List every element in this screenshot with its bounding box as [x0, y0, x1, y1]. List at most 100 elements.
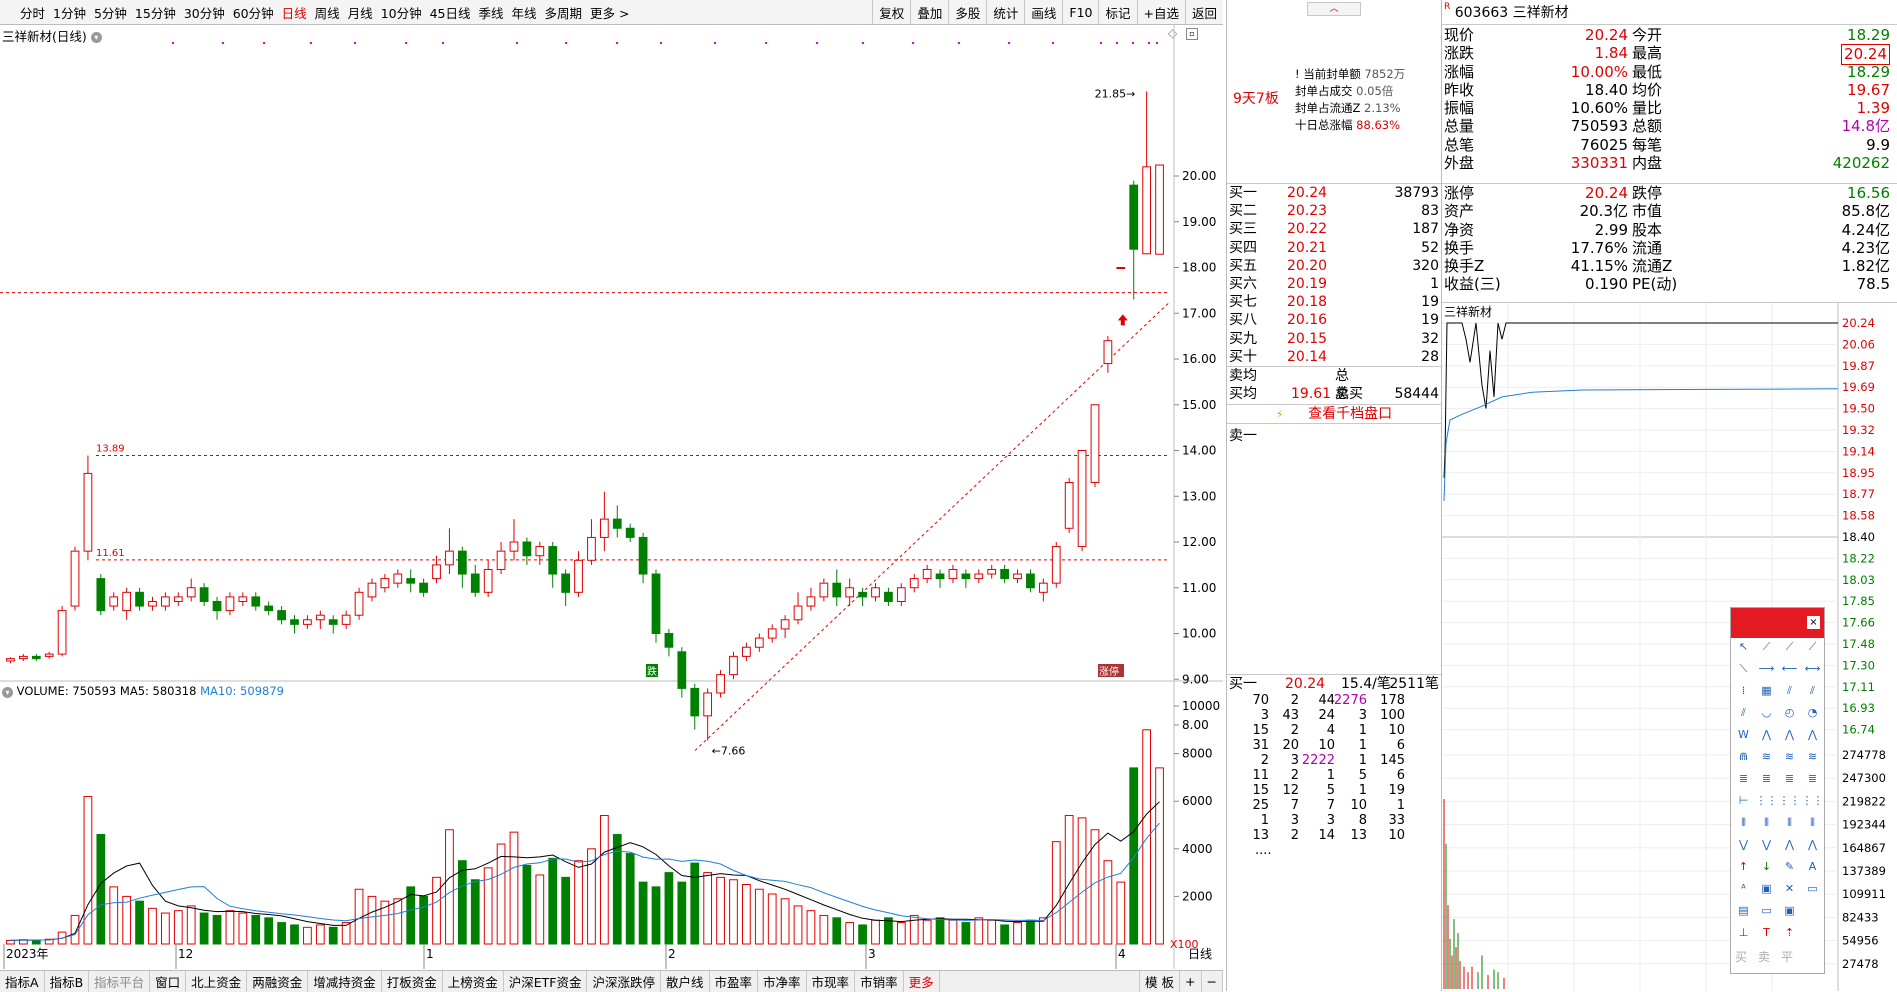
candle[interactable]: [354, 587, 364, 620]
period-tab-7[interactable]: 周线: [315, 3, 340, 22]
palette-tool-21[interactable]: ≋: [1755, 750, 1778, 772]
candle[interactable]: [1064, 477, 1074, 533]
palette-tool-25[interactable]: ≣: [1755, 772, 1778, 794]
palette-footer-0[interactable]: 买: [1735, 948, 1758, 965]
candle[interactable]: [251, 592, 261, 611]
candle[interactable]: [638, 532, 648, 584]
candle[interactable]: [767, 624, 777, 643]
candle[interactable]: [1013, 569, 1022, 584]
period-tab-14[interactable]: 更多 >: [590, 3, 629, 22]
period-tab-13[interactable]: 多周期: [545, 3, 583, 22]
palette-tool-39[interactable]: ⋀: [1801, 838, 1824, 860]
candle[interactable]: [445, 528, 454, 575]
palette-tool-7[interactable]: ⟷: [1801, 662, 1824, 684]
palette-tool-45[interactable]: ▣: [1755, 882, 1778, 904]
candle[interactable]: [974, 569, 984, 584]
candle[interactable]: [716, 670, 725, 698]
palette-tool-32[interactable]: ⦀: [1732, 816, 1755, 838]
zoom-out-button[interactable]: −: [1202, 971, 1223, 992]
palette-tool-50[interactable]: ▣: [1778, 904, 1801, 926]
candle[interactable]: [264, 601, 274, 616]
candle[interactable]: [1026, 569, 1035, 593]
palette-tool-44[interactable]: ᴬ: [1732, 882, 1755, 904]
candle[interactable]: [70, 546, 80, 611]
tab-dragon-tiger[interactable]: 上榜资金: [443, 971, 504, 992]
candle[interactable]: [832, 569, 842, 607]
action-button-3[interactable]: 统计: [986, 0, 1024, 24]
palette-tool-19[interactable]: ⋀: [1801, 728, 1824, 750]
candle[interactable]: [44, 651, 54, 659]
candle[interactable]: [871, 583, 880, 602]
palette-tool-20[interactable]: ⋒: [1732, 750, 1755, 772]
candle[interactable]: [238, 592, 248, 607]
period-tab-10[interactable]: 45日线: [430, 3, 471, 22]
candle[interactable]: [277, 606, 286, 625]
candle[interactable]: [806, 587, 816, 611]
candle[interactable]: [742, 642, 751, 661]
candle[interactable]: [1116, 267, 1126, 269]
candle[interactable]: [83, 455, 93, 561]
palette-tool-49[interactable]: ▭: [1755, 904, 1778, 926]
candle[interactable]: [651, 569, 661, 643]
bid-row[interactable]: 买二 20.23 83: [1229, 202, 1439, 220]
candle[interactable]: [1090, 404, 1100, 488]
tab-margin[interactable]: 两融资金: [247, 971, 309, 992]
action-button-8[interactable]: 返回: [1184, 0, 1223, 24]
candle[interactable]: [31, 654, 41, 661]
candle[interactable]: [677, 647, 687, 698]
period-tab-11[interactable]: 季线: [479, 3, 504, 22]
action-button-0[interactable]: 复权: [872, 0, 910, 24]
candle[interactable]: [328, 615, 338, 634]
candle[interactable]: [1142, 91, 1152, 255]
candle[interactable]: [1038, 578, 1048, 602]
period-tab-3[interactable]: 15分钟: [135, 3, 176, 22]
candle[interactable]: [535, 542, 545, 565]
palette-tool-43[interactable]: A: [1801, 860, 1824, 882]
bid-row[interactable]: 买五 20.20 320: [1229, 257, 1439, 275]
period-tab-12[interactable]: 年线: [512, 3, 537, 22]
palette-tool-29[interactable]: ⋮⋮: [1755, 794, 1778, 816]
candle[interactable]: [109, 592, 119, 611]
candle[interactable]: [664, 628, 674, 657]
palette-tool-23[interactable]: ≋: [1801, 750, 1824, 772]
tab-market-breadth[interactable]: 沪深涨跌停: [587, 971, 661, 992]
period-tab-0[interactable]: 分时: [20, 3, 45, 22]
intraday-chart[interactable]: 20.24 20.06 19.87 19.69 19.50 19.32 19.14 18.95…: [1442, 303, 1897, 991]
palette-tool-35[interactable]: ⦀: [1801, 816, 1824, 838]
palette-tool-2[interactable]: ⟋: [1778, 640, 1801, 662]
candle[interactable]: [496, 542, 506, 575]
action-button-2[interactable]: 多股: [948, 0, 986, 24]
palette-tool-17[interactable]: ⋀: [1755, 728, 1778, 750]
candle[interactable]: [599, 491, 609, 552]
palette-tool-53[interactable]: T: [1755, 926, 1778, 948]
candlestick-chart[interactable]: 20.0019.0018.0017.0016.0015.0014.0013.00…: [0, 24, 1223, 969]
palette-tool-5[interactable]: ⟶: [1755, 662, 1778, 684]
tab-window[interactable]: 窗口: [150, 971, 187, 992]
palette-tool-31[interactable]: ⋮⋮: [1801, 794, 1824, 816]
candle[interactable]: [393, 569, 403, 588]
candle[interactable]: [406, 569, 416, 593]
candle[interactable]: [1155, 164, 1164, 255]
candle[interactable]: [561, 569, 571, 607]
candle[interactable]: [18, 654, 28, 661]
action-button-5[interactable]: F10: [1062, 0, 1098, 24]
palette-tool-38[interactable]: ⋀: [1778, 838, 1801, 860]
tab-pb[interactable]: 市净率: [758, 971, 807, 992]
period-tab-6[interactable]: 日线: [282, 3, 307, 22]
bid-row[interactable]: 买九 20.15 32: [1229, 330, 1439, 348]
tab-scatter[interactable]: 散户线: [661, 971, 710, 992]
bid-row[interactable]: 买八 20.16 19: [1229, 311, 1439, 329]
period-tab-8[interactable]: 月线: [348, 3, 373, 22]
candle[interactable]: [884, 587, 893, 607]
palette-close-button[interactable]: ×: [1807, 616, 1820, 629]
candle[interactable]: [135, 587, 144, 611]
candle[interactable]: [1103, 336, 1113, 373]
palette-tool-36[interactable]: ⋁: [1732, 838, 1755, 860]
palette-tool-42[interactable]: ✎: [1778, 860, 1801, 882]
period-tab-1[interactable]: 1分钟: [53, 3, 86, 22]
candle[interactable]: [729, 651, 738, 680]
palette-tool-10[interactable]: ⫽: [1778, 684, 1801, 706]
candle[interactable]: [522, 537, 532, 565]
candle[interactable]: [948, 564, 958, 584]
candle[interactable]: [315, 610, 325, 629]
